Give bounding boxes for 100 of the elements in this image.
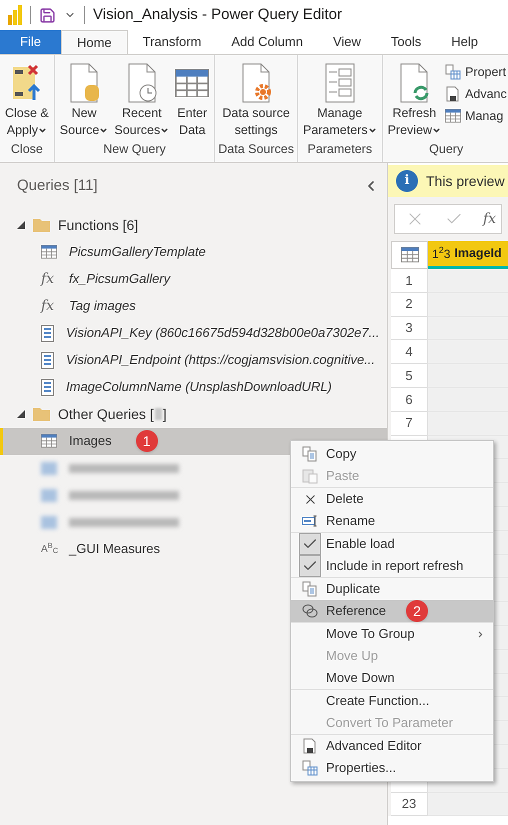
menu-label: Move Up [326, 647, 378, 666]
ribbon-button[interactable]: New Source [58, 61, 110, 139]
ribbon-tab[interactable]: Help [436, 30, 493, 54]
expand-icon[interactable] [17, 221, 25, 229]
reference-icon [302, 604, 318, 618]
advanced-editor-icon [445, 86, 462, 102]
query-group[interactable]: Other Queries [ ] [0, 400, 387, 428]
ribbon-button[interactable]: Enter Data [173, 61, 212, 139]
rename-icon [302, 515, 318, 527]
menu-item[interactable]: Enable load [291, 533, 493, 555]
row-number: 23 [391, 792, 428, 816]
query-item[interactable]: PicsumGalleryTemplate [0, 238, 387, 266]
query-name: fx_PicsumGallery [69, 270, 170, 288]
paste-icon [302, 468, 318, 484]
folder-icon [33, 408, 50, 420]
ribbon-button[interactable]: Refresh Preview [386, 61, 444, 139]
ribbon-tab[interactable]: Transform [128, 30, 216, 54]
query-name: Images [69, 432, 112, 450]
parameter-icon [41, 324, 54, 342]
query-name: PicsumGalleryTemplate [69, 243, 206, 262]
ribbon-button[interactable]: Data source settings [220, 61, 292, 139]
query-item[interactable]: VisionAPI_Key (860c16675d594d328b00e0a7302e7... [0, 320, 387, 346]
row-number: 1 [391, 269, 428, 293]
ribbon-button[interactable]: Recent Sources [112, 61, 172, 139]
ribbon-tab[interactable]: Home [60, 30, 128, 54]
ribbon-tab[interactable]: Add Column [216, 30, 318, 54]
query-name: VisionAPI_Key (860c16675d594d328b00e0a7302e7... [66, 324, 380, 342]
menu-label: Advanced Editor [326, 737, 422, 756]
table-menu-button[interactable] [391, 241, 428, 269]
menu-label: Create Function... [326, 692, 430, 710]
query-item[interactable]: ImageColumnName (UnsplashDownloadURL) [0, 374, 387, 400]
close-apply-icon [10, 63, 43, 103]
caret-icon [368, 126, 377, 135]
query-item[interactable]: fx Tag images [0, 292, 387, 320]
menu-item[interactable]: Move Down [291, 667, 493, 689]
enter-data-icon [175, 68, 210, 98]
menu-item[interactable]: Include in report refresh [291, 555, 493, 577]
group-label: Other Queries [ [58, 404, 154, 424]
row-number: 6 [391, 388, 428, 412]
advanced-editor-icon [302, 738, 318, 754]
parameters-icon [324, 63, 355, 103]
info-text: This preview [426, 172, 505, 191]
menu-item[interactable]: Advanced Editor [291, 735, 493, 757]
queries-title: Queries [11] [17, 176, 98, 196]
expand-icon[interactable] [17, 410, 25, 418]
menu-item[interactable]: Rename [291, 510, 493, 532]
checkbox[interactable] [299, 555, 321, 577]
save-icon[interactable] [39, 6, 56, 24]
menu-label: Duplicate [326, 580, 380, 598]
menu-item[interactable]: Duplicate [291, 578, 493, 600]
column-name: ImageId [454, 245, 502, 262]
step-badge: 2 [406, 600, 428, 622]
menu-item[interactable]: Move To Group [291, 623, 493, 645]
caret-icon [99, 126, 108, 135]
parameter-icon [41, 378, 54, 396]
group-label-end: ] [162, 404, 167, 424]
properties-icon [302, 760, 318, 776]
menu-label: Properties... [326, 759, 396, 778]
menu-label: Enable load [326, 535, 395, 554]
checkbox[interactable] [299, 533, 321, 555]
menu-label: Include in report refresh [326, 557, 464, 576]
query-name: _GUI Measures [69, 540, 160, 558]
menu-item[interactable]: Create Function... [291, 690, 493, 712]
table-icon [41, 434, 57, 448]
column-header[interactable]: 1$^{2}$3 ImageId [428, 241, 508, 269]
query-group[interactable]: Functions [6] [0, 212, 387, 238]
caret-icon [38, 126, 48, 135]
menu-label: Paste [326, 467, 360, 486]
ribbon-button[interactable]: Close & Apply [3, 61, 51, 139]
properties-icon [445, 64, 462, 80]
ribbon-small-button[interactable]: Advanc [445, 84, 507, 104]
row-number: 7 [391, 412, 428, 436]
ribbon-tab[interactable]: File [0, 30, 61, 54]
menu-item[interactable]: Properties... [291, 757, 493, 779]
ribbon-small-button[interactable]: Manag [445, 106, 507, 126]
info-icon: i [396, 170, 418, 192]
query-item[interactable]: VisionAPI_Endpoint (https://cogjamsvision.cognitive... [0, 346, 387, 374]
whole-number-type-icon[interactable]: 1$^{2}$3 [432, 244, 450, 262]
ribbon-group-label: Query [429, 141, 464, 158]
copy-icon [302, 446, 318, 462]
ribbon-group-label: Parameters [307, 141, 372, 158]
step-badge: 1 [136, 430, 158, 452]
ribbon-button[interactable]: Manage Parameters [300, 61, 379, 139]
query-name: Tag images [69, 297, 136, 316]
ribbon-tab[interactable]: Tools [376, 30, 436, 54]
query-name: ImageColumnName (UnsplashDownloadURL) [66, 378, 332, 396]
ribbon-group-label: Close [10, 141, 43, 158]
menu-label: Convert To Parameter [326, 714, 453, 732]
window-title: Vision_Analysis - Power Query Editor [93, 4, 342, 25]
function-icon[interactable]: fx [483, 208, 496, 230]
menu-label: Reference [326, 602, 386, 620]
ribbon-tab[interactable]: View [318, 30, 376, 54]
app-logo-icon [8, 5, 22, 25]
function-icon: fx [41, 296, 57, 316]
query-item[interactable]: fx fx_PicsumGallery [0, 266, 387, 292]
caret-icon [160, 126, 170, 135]
menu-item[interactable]: Reference 2 [291, 600, 493, 622]
query-name: VisionAPI_Endpoint (https://cogjamsvision.cognitive... [66, 351, 376, 370]
menu-item[interactable]: Delete [291, 488, 493, 510]
ribbon-small-button[interactable]: Propert [445, 63, 507, 82]
